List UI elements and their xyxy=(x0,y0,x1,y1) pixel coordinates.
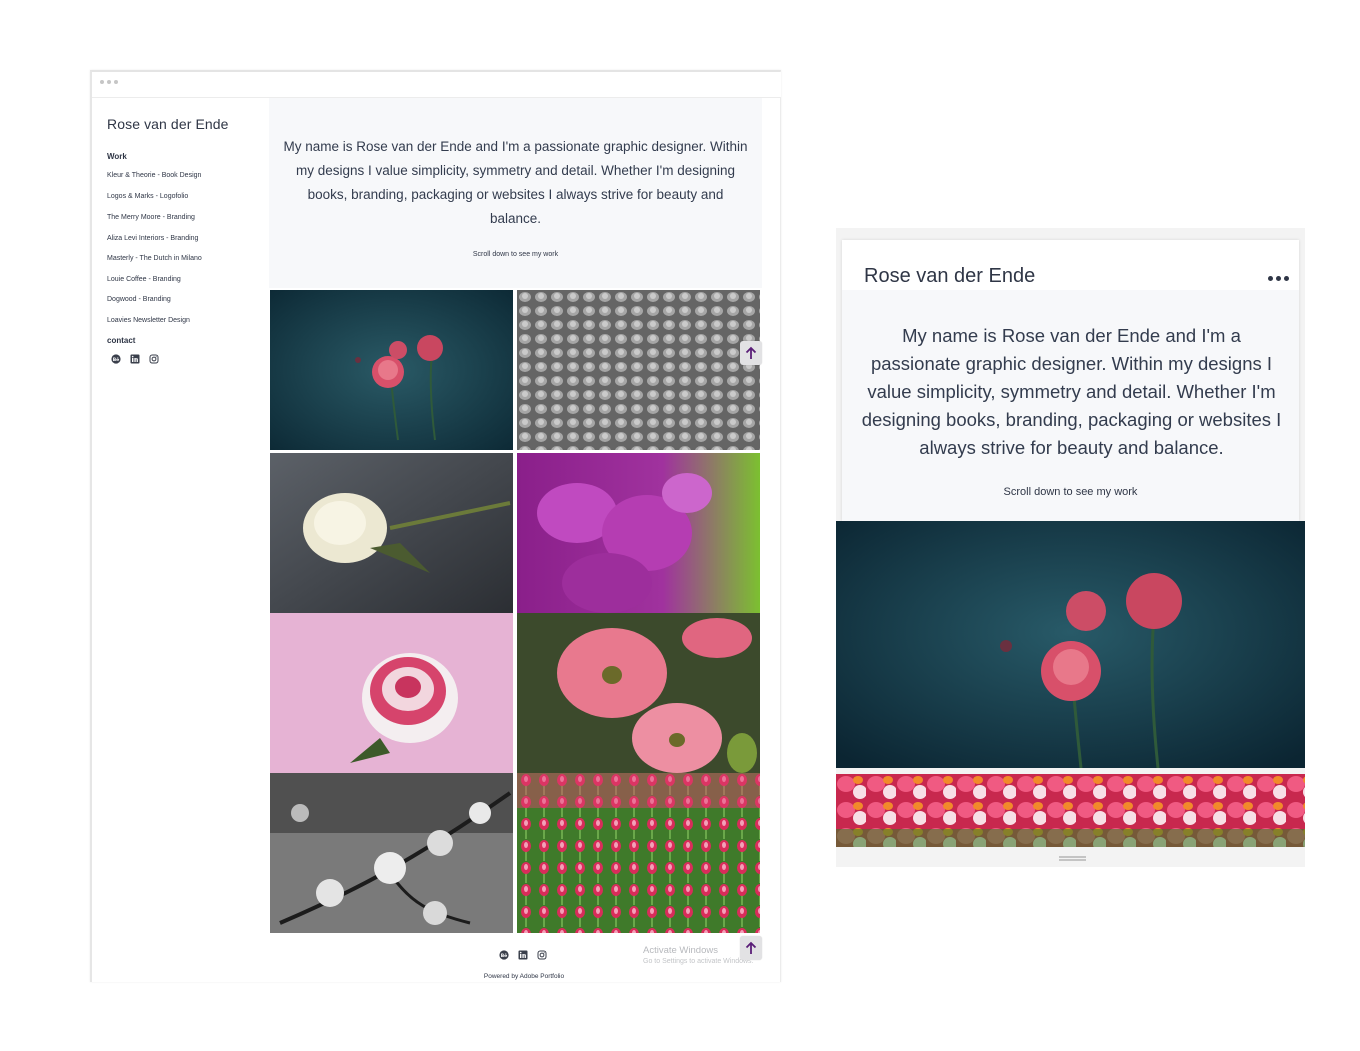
nav-link-dogwood[interactable]: Dogwood - Branding xyxy=(107,296,171,303)
behance-icon[interactable]: Bē xyxy=(111,354,121,364)
desktop-preview: Rose van der Ende Work Kleur & Theorie -… xyxy=(90,70,781,982)
scroll-note: Scroll down to see my work xyxy=(472,251,559,258)
grayscale-blossom-branch-photo xyxy=(270,773,513,933)
ranunculus-photo xyxy=(270,290,513,450)
gallery-tile-white-rose[interactable] xyxy=(270,453,513,613)
powered-by-link[interactable]: Powered by Adobe Portfolio xyxy=(432,973,616,980)
nav-link-merry-moore[interactable]: The Merry Moore - Branding xyxy=(107,214,195,221)
mobile-gallery-tile-ranunculus[interactable] xyxy=(836,521,1305,768)
linkedin-icon[interactable] xyxy=(518,950,528,960)
intro-section: My name is Rose van der Ende and I'm a p… xyxy=(269,98,762,288)
sidebar: Rose van der Ende Work Kleur & Theorie -… xyxy=(92,98,269,982)
svg-text:Bē: Bē xyxy=(113,357,119,363)
nav-link-louie-coffee[interactable]: Louie Coffee - Branding xyxy=(107,276,181,283)
behance-icon[interactable]: Bē xyxy=(499,950,509,960)
activate-windows-title: Activate Windows xyxy=(643,945,718,956)
pink-dogwood-photo xyxy=(517,613,760,773)
nav-link-masterly[interactable]: Masterly - The Dutch in Milano xyxy=(107,255,202,262)
gallery-tile-grayscale-blossom[interactable] xyxy=(270,773,513,933)
arrow-up-icon xyxy=(745,346,757,359)
arrow-up-icon xyxy=(745,941,757,954)
gallery-tile-tulip-field[interactable] xyxy=(517,773,760,933)
mobile-gallery-tile-tulips[interactable] xyxy=(836,774,1305,847)
gallery-tile-ranunculus[interactable] xyxy=(270,290,513,450)
nav-link-loavies[interactable]: Loavies Newsletter Design xyxy=(107,317,190,324)
purple-flowers-photo xyxy=(517,453,760,613)
activate-windows-subtitle: Go to Settings to activate Windows. xyxy=(643,958,754,965)
browser-chrome xyxy=(92,72,781,98)
mobile-scroll-note: Scroll down to see my work xyxy=(1003,486,1138,498)
mobile-site-title[interactable]: Rose van der Ende xyxy=(864,265,1035,288)
gallery-tile-grayscale-tulips[interactable] xyxy=(517,290,760,450)
nav-link-logos-marks[interactable]: Logos & Marks - Logofolio xyxy=(107,193,188,200)
white-rose-photo xyxy=(270,453,513,613)
window-dots-icon[interactable] xyxy=(100,80,118,84)
mobile-intro-text: My name is Rose van der Ende and I'm a p… xyxy=(861,325,1282,458)
footer-social-links: Bē xyxy=(499,950,547,960)
nav-link-kleur-theorie[interactable]: Kleur & Theorie - Book Design xyxy=(107,172,201,179)
svg-text:Bē: Bē xyxy=(501,953,507,959)
sidebar-social-links: Bē xyxy=(111,354,159,364)
ranunculus-photo xyxy=(836,521,1305,768)
nav-heading-work[interactable]: Work xyxy=(107,152,127,161)
gallery-tile-purple-flowers[interactable] xyxy=(517,453,760,613)
nav-link-aliza-levi[interactable]: Aliza Levi Interiors - Branding xyxy=(107,235,198,242)
back-to-top-button[interactable] xyxy=(740,936,762,960)
back-to-top-button[interactable] xyxy=(740,341,762,365)
mobile-intro-card: Rose van der Ende My name is Rose van de… xyxy=(842,240,1299,521)
mobile-header: Rose van der Ende xyxy=(842,240,1299,290)
resize-handle[interactable] xyxy=(1059,856,1086,861)
intro-text: My name is Rose van der Ende and I'm a p… xyxy=(283,139,748,226)
linkedin-icon[interactable] xyxy=(130,354,140,364)
gallery-tile-pink-rose[interactable] xyxy=(270,613,513,773)
mobile-preview: Rose van der Ende My name is Rose van de… xyxy=(836,228,1305,867)
tulip-field-photo xyxy=(517,773,760,933)
nav-heading-contact[interactable]: contact xyxy=(107,336,135,345)
grayscale-tulip-field-photo xyxy=(517,290,760,450)
gallery-tile-pink-dogwood[interactable] xyxy=(517,613,760,773)
site-title[interactable]: Rose van der Ende xyxy=(107,116,229,132)
main-content: My name is Rose van der Ende and I'm a p… xyxy=(269,98,762,982)
pink-white-rose-photo xyxy=(270,613,513,773)
instagram-icon[interactable] xyxy=(537,950,547,960)
more-horizontal-icon[interactable] xyxy=(1268,276,1289,281)
instagram-icon[interactable] xyxy=(149,354,159,364)
pink-tulip-field-photo xyxy=(836,774,1305,847)
